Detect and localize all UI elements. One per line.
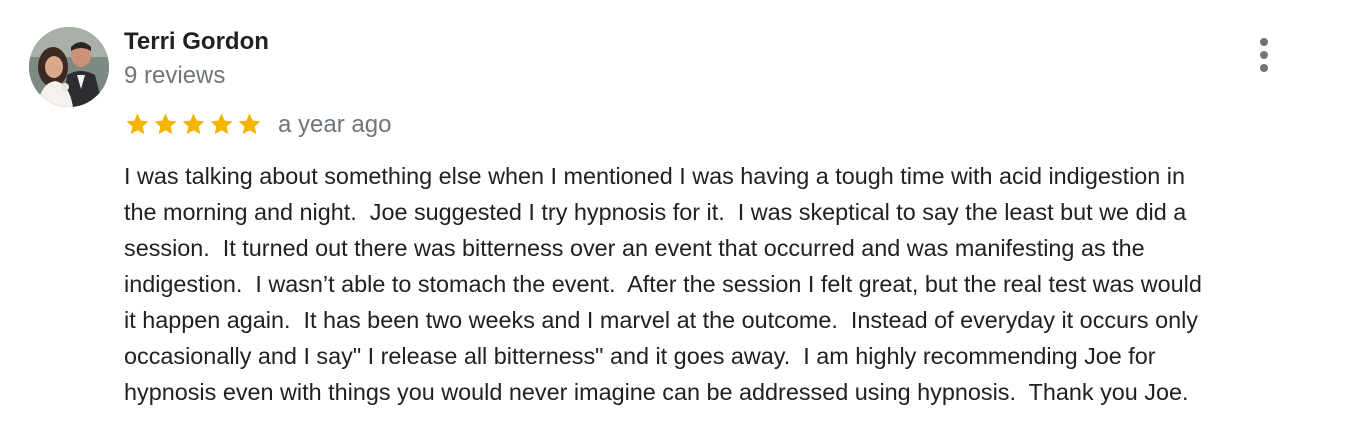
review-card: Terri Gordon 9 reviews a year ago I was … xyxy=(0,0,1352,428)
more-vertical-icon xyxy=(1260,38,1268,46)
star-icon xyxy=(126,113,149,135)
review-count[interactable]: 9 reviews xyxy=(124,62,225,90)
avatar-photo xyxy=(29,27,109,107)
review-text-line: I was talking about something else when … xyxy=(124,163,1185,189)
review-text-line: it happen again. It has been two weeks a… xyxy=(124,307,1198,333)
review-text-line: session. It turned out there was bittern… xyxy=(124,235,1145,261)
review-date: a year ago xyxy=(278,111,392,138)
star-rating xyxy=(124,111,263,139)
review-text-line: the morning and night. Joe suggested I t… xyxy=(124,199,1187,225)
review-text-line: occasionally and I say" I release all bi… xyxy=(124,343,1156,369)
review-text-line: indigestion. I wasn’t able to stomach th… xyxy=(124,271,1202,297)
avatar[interactable] xyxy=(29,27,109,107)
star-icon xyxy=(182,113,205,135)
review-text: I was talking about something else when … xyxy=(124,158,1334,410)
more-vertical-icon-dot xyxy=(1260,64,1268,72)
author-name[interactable]: Terri Gordon xyxy=(124,28,269,56)
review-text-line: hypnosis even with things you would neve… xyxy=(124,379,1189,405)
more-vertical-icon-dot xyxy=(1260,51,1268,59)
star-icon xyxy=(210,113,233,135)
more-options-button[interactable] xyxy=(1248,34,1280,76)
star-icon xyxy=(154,113,177,135)
star-icon xyxy=(238,113,261,135)
